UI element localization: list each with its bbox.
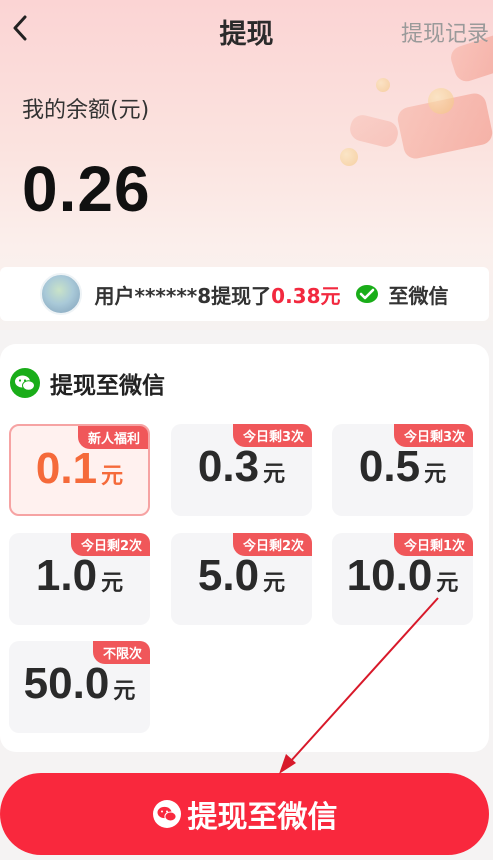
- withdraw-panel: 提现至微信 新人福利 0.1 元 今日剩3次 0.3 元 今日剩3次 0.5 元 今日…: [0, 344, 489, 752]
- option-amount: 5.0 元: [197, 551, 286, 600]
- amount-option-0-3[interactable]: 今日剩3次 0.3 元: [171, 424, 312, 516]
- decorative-coin: [428, 88, 454, 114]
- cta-label: 提现至微信: [187, 800, 338, 835]
- option-amount: 0.5 元: [358, 442, 447, 491]
- wechat-icon: [10, 368, 40, 398]
- withdraw-to-wechat-button[interactable]: 提现至微信: [0, 773, 489, 855]
- option-amount: 0.1 元: [35, 444, 124, 493]
- wechat-icon: [355, 285, 378, 303]
- balance-value: 0.26: [22, 153, 151, 225]
- amount-option-1-0[interactable]: 今日剩2次 1.0 元: [9, 533, 150, 625]
- wechat-icon: [152, 800, 181, 828]
- option-amount: 50.0 元: [23, 659, 136, 708]
- amount-option-0-1[interactable]: 新人福利 0.1 元: [9, 424, 150, 516]
- decorative-coin: [376, 78, 390, 92]
- notice-prefix: 用户******8提现了: [94, 283, 272, 308]
- option-amount: 0.3 元: [197, 442, 286, 491]
- notice-amount: 0.38元: [271, 283, 341, 308]
- avatar: [40, 273, 83, 315]
- amount-option-0-5[interactable]: 今日剩3次 0.5 元: [332, 424, 473, 516]
- amount-option-50-0[interactable]: 不限次 50.0 元: [9, 641, 150, 733]
- balance-label: 我的余额(元): [22, 98, 150, 123]
- notice-destination: 至微信: [388, 283, 449, 308]
- option-amount: 10.0 元: [346, 551, 459, 600]
- withdraw-notice-bar: 用户******8提现了0.38元 至微信: [0, 267, 489, 321]
- option-amount: 1.0 元: [35, 551, 124, 600]
- decorative-coin: [340, 148, 358, 166]
- panel-header: 提现至微信: [10, 366, 165, 400]
- amount-option-10-0[interactable]: 今日剩1次 10.0 元: [332, 533, 473, 625]
- withdraw-record-link[interactable]: 提现记录: [401, 16, 489, 48]
- notice-text: 用户******8提现了0.38元: [94, 280, 340, 309]
- panel-title: 提现至微信: [50, 373, 165, 399]
- amount-option-5-0[interactable]: 今日剩2次 5.0 元: [171, 533, 312, 625]
